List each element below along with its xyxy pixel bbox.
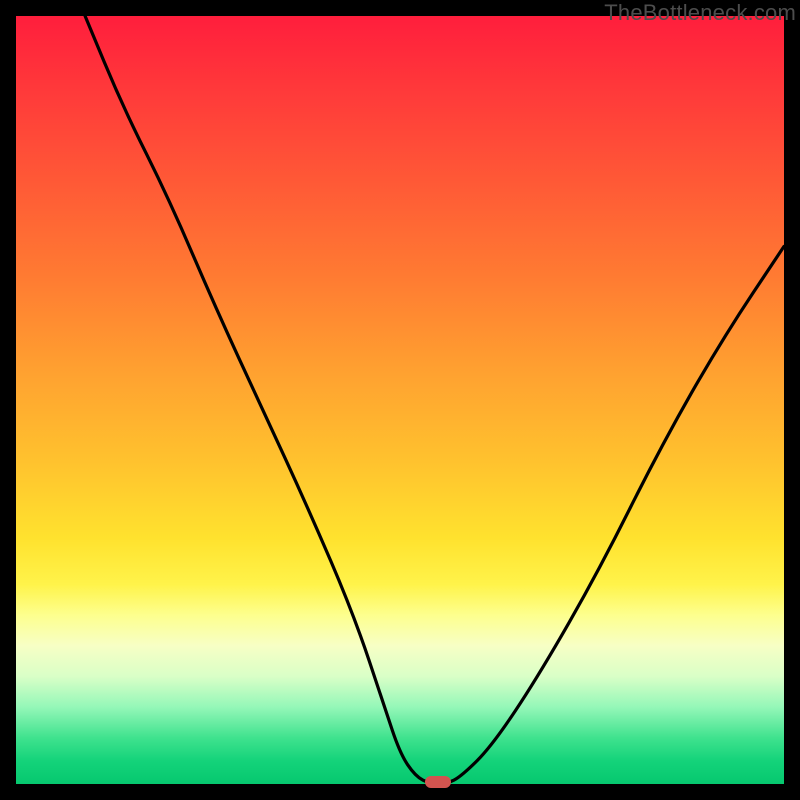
minimum-marker	[425, 776, 451, 788]
curve-path	[85, 16, 784, 784]
chart-frame: TheBottleneck.com	[0, 0, 800, 800]
bottleneck-curve	[16, 16, 784, 784]
plot-area	[16, 16, 784, 784]
watermark-text: TheBottleneck.com	[604, 0, 796, 26]
